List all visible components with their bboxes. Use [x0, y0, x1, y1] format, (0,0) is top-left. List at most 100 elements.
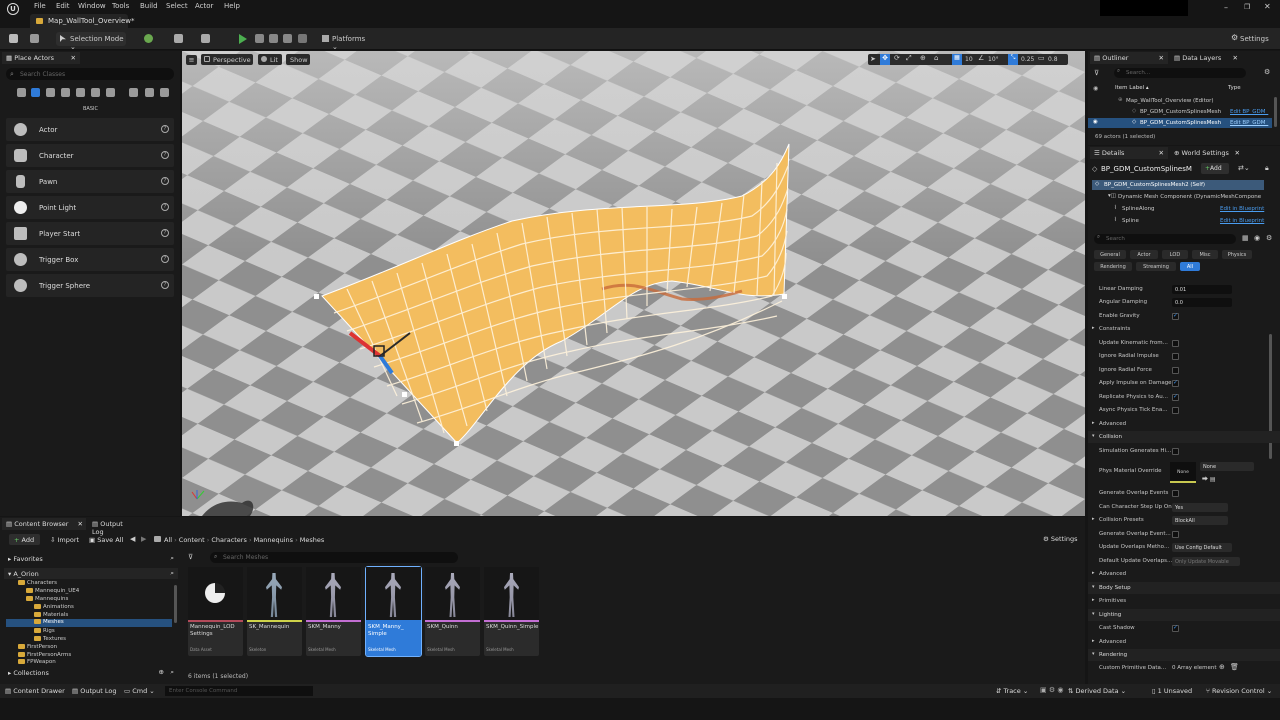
- help-icon[interactable]: ?: [161, 203, 169, 211]
- asset-tile[interactable]: SKM_Quinn_Simple Skeletal Mesh: [484, 567, 539, 656]
- tree-scrollbar[interactable]: [174, 585, 177, 623]
- minimize-icon[interactable]: –: [1224, 3, 1228, 12]
- trace-button[interactable]: ⇵ Trace ⌄: [996, 687, 1028, 695]
- level-tab[interactable]: Map_WallTool_Overview*: [30, 14, 134, 28]
- details-settings-icon[interactable]: ⚙: [1266, 234, 1272, 242]
- lights-icon[interactable]: [46, 88, 55, 97]
- actor-item-player-start[interactable]: Player Start?: [6, 222, 174, 245]
- revision-control-button[interactable]: ⑂ Revision Control ⌄: [1206, 687, 1272, 695]
- edit-blueprint-link[interactable]: Edit BP_GDM_: [1230, 109, 1268, 115]
- prop-primitives[interactable]: ▸ Primitives: [1088, 595, 1280, 608]
- column-item-label[interactable]: Item Label ▴: [1115, 85, 1149, 91]
- expand-arrow-icon[interactable]: ▸: [1092, 516, 1095, 522]
- history-forward-icon[interactable]: ▶: [141, 535, 146, 543]
- cb-settings-button[interactable]: ⚙ Settings: [1043, 535, 1078, 543]
- gen-overlap-during-checkbox[interactable]: [1172, 531, 1179, 538]
- play-icon[interactable]: [239, 34, 247, 44]
- level-viewport[interactable]: ≡ Perspective Lit Show ➤ ✥ ⟳ ⤢ ⊕ ⌂ ▦ 10 …: [182, 51, 1085, 516]
- world-icon[interactable]: ⊕: [920, 54, 926, 62]
- menu-edit[interactable]: Edit: [56, 2, 70, 10]
- actor-item-actor[interactable]: Actor?: [6, 118, 174, 141]
- tree-item[interactable]: Characters: [18, 580, 57, 586]
- delete-icon[interactable]: 🗑︎: [1230, 663, 1239, 671]
- use-selected-icon[interactable]: ⮕ ▤: [1202, 474, 1216, 483]
- content-icon[interactable]: [30, 34, 39, 43]
- actor-item-point-light[interactable]: Point Light?: [6, 196, 174, 219]
- recent-icon[interactable]: [17, 88, 26, 97]
- outliner-row[interactable]: ⊕ Map_WallTool_Overview (Editor): [1088, 96, 1272, 106]
- filter-rendering[interactable]: Rendering: [1094, 262, 1132, 271]
- root-folder-header[interactable]: ▾ A_Orion ⌕: [4, 568, 178, 579]
- add-actor-icon[interactable]: [144, 34, 153, 43]
- help-icon[interactable]: ?: [161, 229, 169, 237]
- phys-material-dropdown[interactable]: None: [1200, 462, 1254, 471]
- filter-misc[interactable]: Misc: [1192, 250, 1218, 259]
- property-matrix-icon[interactable]: ▦: [1242, 234, 1249, 242]
- show-button[interactable]: Show: [286, 54, 310, 65]
- tree-item[interactable]: Textures: [34, 636, 66, 642]
- gen-overlap-checkbox[interactable]: [1172, 490, 1179, 497]
- grid-snap-value[interactable]: 10: [965, 56, 973, 63]
- actor-item-pawn[interactable]: Pawn?: [6, 170, 174, 193]
- filter-icon[interactable]: ⊽: [188, 553, 193, 561]
- blueprint-options-icon[interactable]: ⇄⌄: [1238, 164, 1250, 172]
- breadcrumb-meshes[interactable]: Meshes: [300, 536, 325, 544]
- output-log-button[interactable]: ▤ Output Log: [72, 687, 116, 695]
- angular-damping-field[interactable]: 0.0: [1172, 298, 1232, 307]
- help-icon[interactable]: ?: [161, 125, 169, 133]
- filter-physics[interactable]: Physics: [1222, 250, 1252, 259]
- filter-actor[interactable]: Actor: [1130, 250, 1158, 259]
- component-row-selected[interactable]: ◇ BP_GDM_CustomSplinesMesh2 (Self): [1092, 180, 1264, 190]
- shapes-icon[interactable]: [61, 88, 70, 97]
- save-all-button[interactable]: ▣ Save All: [87, 534, 127, 545]
- camera-speed-value[interactable]: 0.8: [1048, 56, 1058, 63]
- actor-item-trigger-box[interactable]: Trigger Box?: [6, 248, 174, 271]
- breadcrumb-content[interactable]: Content: [179, 536, 205, 544]
- breadcrumb-mannequins[interactable]: Mannequins: [254, 536, 293, 544]
- apply-impulse-checkbox[interactable]: [1172, 379, 1179, 387]
- search-icon[interactable]: ⌕: [170, 569, 174, 578]
- rotation-snap-icon[interactable]: ∠: [978, 54, 984, 62]
- stop-icon[interactable]: [269, 34, 278, 43]
- play-options-icon[interactable]: [298, 34, 307, 43]
- platforms-dropdown[interactable]: Platforms ⌄: [320, 32, 372, 51]
- perspective-button[interactable]: Perspective: [201, 54, 253, 65]
- asset-tile[interactable]: SK_Mannequin Skeleton: [247, 567, 302, 656]
- outliner-search-input[interactable]: ⌕ Search...: [1114, 68, 1246, 78]
- help-icon[interactable]: ?: [161, 255, 169, 263]
- close-tab-icon[interactable]: ✕: [1159, 54, 1164, 62]
- section-lighting[interactable]: ▾ Lighting: [1088, 609, 1280, 621]
- eject-icon[interactable]: [283, 34, 292, 43]
- grid-snap-icon[interactable]: ▦: [952, 54, 962, 65]
- scale-tool-icon[interactable]: ⤢: [906, 54, 912, 63]
- edit-in-blueprint-link[interactable]: Edit in Blueprint: [1220, 218, 1264, 224]
- volumes-icon[interactable]: [106, 88, 115, 97]
- linear-damping-field[interactable]: 0.01: [1172, 285, 1232, 294]
- scale-snap-icon[interactable]: ⤡: [1008, 54, 1018, 65]
- add-element-icon[interactable]: ⊕: [1219, 663, 1225, 671]
- enable-gravity-checkbox[interactable]: [1172, 312, 1179, 320]
- visual-effects-icon[interactable]: [91, 88, 100, 97]
- rotate-tool-icon[interactable]: ⟳: [894, 54, 900, 62]
- content-drawer-button[interactable]: ▤ Content Drawer: [5, 687, 65, 695]
- tab-data-layers[interactable]: ▤ Data Layers ✕: [1170, 52, 1240, 64]
- blueprint-icon[interactable]: [174, 34, 183, 43]
- close-tab-icon[interactable]: ✕: [78, 520, 83, 528]
- breadcrumb-characters[interactable]: Characters: [211, 536, 246, 544]
- help-icon[interactable]: ?: [161, 177, 169, 185]
- tab-content-browser[interactable]: ▤ Content Browser ✕: [2, 518, 86, 530]
- more-icon[interactable]: [160, 88, 169, 97]
- asset-tile-selected[interactable]: SKM_Manny_ Simple Skeletal Mesh: [365, 566, 422, 657]
- help-icon[interactable]: ?: [161, 281, 169, 289]
- history-back-icon[interactable]: ◀: [130, 535, 135, 543]
- cmd-dropdown[interactable]: ▭ Cmd ⌄: [124, 687, 155, 695]
- search-meshes-input[interactable]: ⌕ Search Meshes: [210, 552, 458, 563]
- component-row[interactable]: ⌇ SplineAlong Edit in Blueprint: [1092, 204, 1274, 214]
- menu-help[interactable]: Help: [224, 2, 240, 10]
- collision-presets-dropdown[interactable]: BlockAll: [1172, 516, 1228, 525]
- prop-advanced3[interactable]: ▸ Advanced: [1088, 636, 1280, 649]
- camera-speed-icon[interactable]: ▭: [1038, 54, 1045, 62]
- details-search-input[interactable]: ⌕ Search: [1094, 234, 1236, 244]
- basic-icon[interactable]: [31, 88, 40, 97]
- cast-shadow-checkbox[interactable]: [1172, 624, 1179, 632]
